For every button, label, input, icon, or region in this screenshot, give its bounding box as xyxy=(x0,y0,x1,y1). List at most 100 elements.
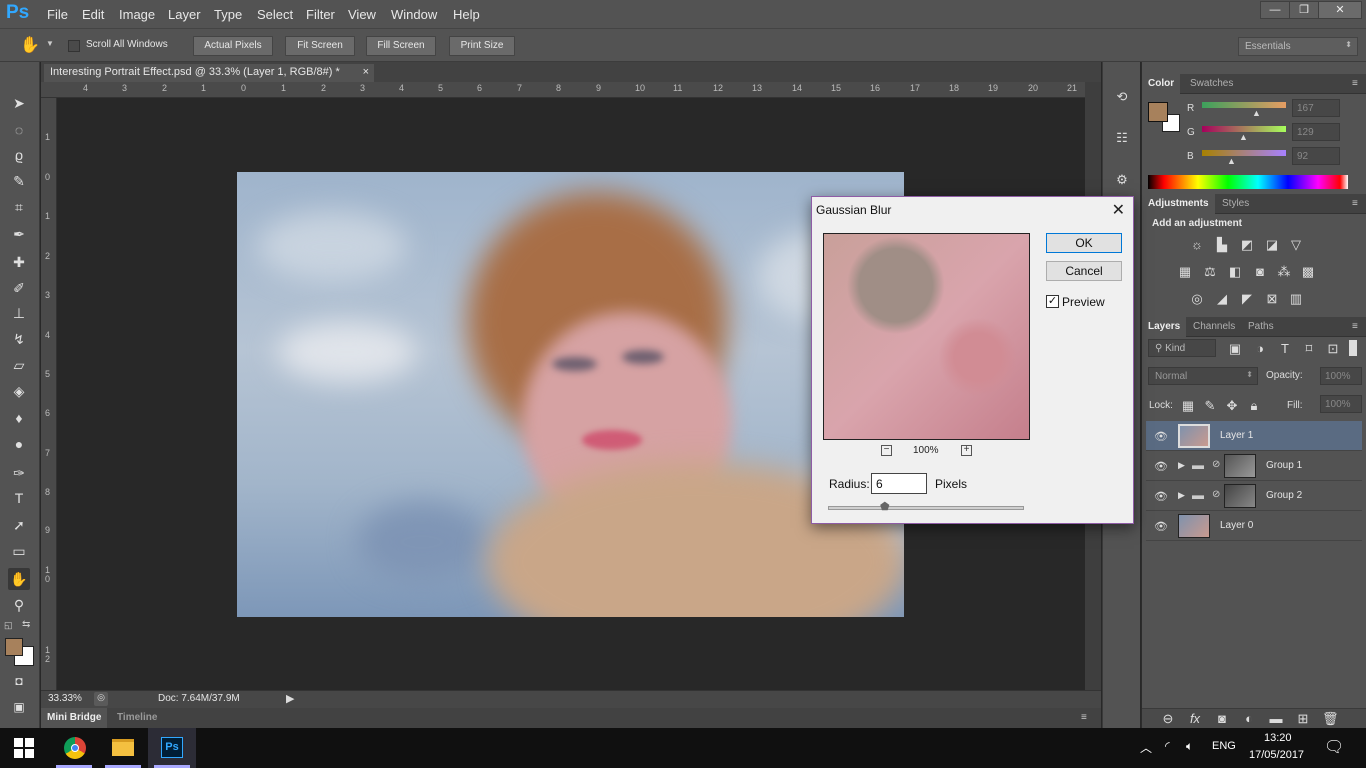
menu-file[interactable]: File xyxy=(47,7,68,22)
ok-button[interactable]: OK xyxy=(1046,233,1122,253)
close-icon[interactable]: ✕ xyxy=(1112,200,1125,220)
radius-input[interactable]: 6 xyxy=(871,473,927,494)
b-value-field[interactable]: 92 xyxy=(1292,147,1340,165)
photoshop-taskbar-button[interactable]: Ps xyxy=(148,728,196,768)
trash-icon[interactable]: 🗑︎ xyxy=(1322,711,1339,727)
channel-mixer-icon[interactable]: ⁂ xyxy=(1276,264,1292,280)
b-slider-track[interactable] xyxy=(1202,150,1286,156)
filter-preview[interactable] xyxy=(823,233,1030,440)
dodge-tool-icon[interactable]: ● xyxy=(8,433,30,455)
eyedropper-tool-icon[interactable]: ✒ xyxy=(8,223,30,245)
quick-selection-tool-icon[interactable]: ✎ xyxy=(8,170,30,192)
opacity-field[interactable]: 100% xyxy=(1320,367,1362,385)
eye-icon[interactable]: 👁︎ xyxy=(1154,520,1168,533)
layer-row[interactable]: 👁︎ Layer 0 xyxy=(1146,511,1362,541)
panel-menu-icon[interactable]: ≡ xyxy=(1352,321,1358,332)
tab-swatches[interactable]: Swatches xyxy=(1184,74,1239,94)
restore-button[interactable]: ❐ xyxy=(1289,1,1319,19)
photo-filter-icon[interactable]: ◙ xyxy=(1252,264,1268,280)
menu-window[interactable]: Window xyxy=(391,7,437,22)
menu-edit[interactable]: Edit xyxy=(82,7,104,22)
clock-date[interactable]: 17/05/2017 xyxy=(1249,749,1304,761)
curves-icon[interactable]: ◩ xyxy=(1239,237,1255,253)
vibrance-icon[interactable]: ▽ xyxy=(1288,237,1304,253)
foreground-color-swatch[interactable] xyxy=(5,638,23,656)
invert-icon[interactable]: ◎ xyxy=(1189,291,1205,307)
blend-mode-select[interactable]: Normal ⬍ xyxy=(1148,367,1258,385)
filter-toggle[interactable] xyxy=(1349,340,1357,356)
quick-mask-icon[interactable]: ◘ xyxy=(8,670,30,692)
filter-kind-select[interactable]: ⚲ Kind xyxy=(1148,339,1216,357)
tab-styles[interactable]: Styles xyxy=(1216,194,1255,214)
menu-filter[interactable]: Filter xyxy=(306,7,335,22)
lock-position-icon[interactable]: ✥ xyxy=(1224,398,1240,414)
file-explorer-taskbar-button[interactable] xyxy=(99,728,147,768)
eye-icon[interactable]: 👁︎ xyxy=(1154,460,1168,473)
lasso-tool-icon[interactable]: ϱ xyxy=(8,144,30,166)
color-balance-icon[interactable]: ⚖ xyxy=(1202,264,1218,280)
fit-screen-button[interactable]: Fit Screen xyxy=(285,36,355,56)
radius-slider-thumb-icon[interactable]: ⬟ xyxy=(880,500,890,513)
path-selection-tool-icon[interactable]: ➚ xyxy=(8,514,30,536)
expand-arrow-icon[interactable]: ▶ xyxy=(1178,460,1185,471)
history-brush-tool-icon[interactable]: ↯ xyxy=(8,328,30,350)
filter-pixel-icon[interactable]: ▣ xyxy=(1227,341,1243,357)
minimize-button[interactable]: — xyxy=(1260,1,1290,19)
filter-adjustment-icon[interactable]: ◑ xyxy=(1252,341,1268,357)
selective-color-icon[interactable]: ⊠ xyxy=(1264,291,1280,307)
add-mask-icon[interactable]: ◙ xyxy=(1214,711,1230,727)
filter-shape-icon[interactable]: ⌑ xyxy=(1301,341,1317,357)
foreground-color-swatch[interactable] xyxy=(1148,102,1168,122)
notification-icon[interactable]: 🗨︎ xyxy=(1324,737,1344,757)
tab-paths[interactable]: Paths xyxy=(1242,317,1280,337)
color-spectrum-bar[interactable] xyxy=(1148,175,1348,189)
threshold-icon[interactable]: ◤ xyxy=(1239,291,1255,307)
print-size-button[interactable]: Print Size xyxy=(449,36,515,56)
fill-screen-button[interactable]: Fill Screen xyxy=(366,36,436,56)
panel-menu-icon[interactable]: ≡ xyxy=(1352,198,1358,209)
tab-color[interactable]: Color xyxy=(1142,74,1181,94)
menu-view[interactable]: View xyxy=(348,7,376,22)
new-adjustment-layer-icon[interactable]: ◐ xyxy=(1241,711,1257,727)
rectangle-tool-icon[interactable]: ▭ xyxy=(8,540,30,562)
zoom-level[interactable]: 33.33% xyxy=(48,693,82,704)
history-panel-icon[interactable]: ⟲ xyxy=(1113,89,1131,107)
filter-type-icon[interactable]: T xyxy=(1277,341,1293,357)
lock-all-icon[interactable]: 🔒︎ xyxy=(1246,398,1262,414)
link-layers-icon[interactable]: ⊖ xyxy=(1160,711,1176,727)
tool-presets-icon[interactable]: ⚙ xyxy=(1113,172,1131,190)
levels-icon[interactable]: ▙ xyxy=(1214,237,1230,253)
scroll-all-windows-checkbox[interactable] xyxy=(68,40,80,52)
move-tool-icon[interactable]: ➤ xyxy=(8,92,30,114)
fx-icon[interactable]: fx xyxy=(1187,711,1203,727)
blur-tool-icon[interactable]: ♦ xyxy=(8,407,30,429)
close-window-button[interactable]: ✕ xyxy=(1318,1,1362,19)
tab-channels[interactable]: Channels xyxy=(1187,317,1241,337)
windows-start-icon[interactable] xyxy=(14,738,34,758)
hand-tool-icon[interactable]: ✋ xyxy=(8,568,30,590)
type-tool-icon[interactable]: T xyxy=(8,487,30,509)
tab-mini-bridge[interactable]: Mini Bridge xyxy=(41,708,108,728)
workspace-select[interactable]: Essentials ⬍ xyxy=(1238,37,1358,56)
hue-saturation-icon[interactable]: ▦ xyxy=(1177,264,1193,280)
volume-icon[interactable]: 🔈︎ xyxy=(1186,739,1193,754)
fill-field[interactable]: 100% xyxy=(1320,395,1362,413)
cancel-button[interactable]: Cancel xyxy=(1046,261,1122,281)
filter-smart-object-icon[interactable]: ⊡ xyxy=(1325,341,1341,357)
slider-thumb-icon[interactable]: ▲ xyxy=(1227,156,1236,166)
menu-select[interactable]: Select xyxy=(257,7,293,22)
hand-icon[interactable]: ✋ xyxy=(20,35,40,55)
tab-layers[interactable]: Layers xyxy=(1142,317,1187,337)
chrome-taskbar-button[interactable] xyxy=(50,728,98,768)
exposure-icon[interactable]: ◪ xyxy=(1264,237,1280,253)
color-lookup-icon[interactable]: ▩ xyxy=(1300,264,1316,280)
black-white-icon[interactable]: ◧ xyxy=(1227,264,1243,280)
menu-help[interactable]: Help xyxy=(453,7,480,22)
chevron-down-icon[interactable]: ▼ xyxy=(46,39,54,48)
status-share-icon[interactable]: ◎ xyxy=(94,692,108,706)
radius-slider-track[interactable] xyxy=(828,506,1024,510)
tab-timeline[interactable]: Timeline xyxy=(117,712,157,723)
lock-transparent-icon[interactable]: ▦ xyxy=(1180,398,1196,414)
expand-arrow-icon[interactable]: ▶ xyxy=(1178,490,1185,501)
tab-adjustments[interactable]: Adjustments xyxy=(1142,194,1215,214)
